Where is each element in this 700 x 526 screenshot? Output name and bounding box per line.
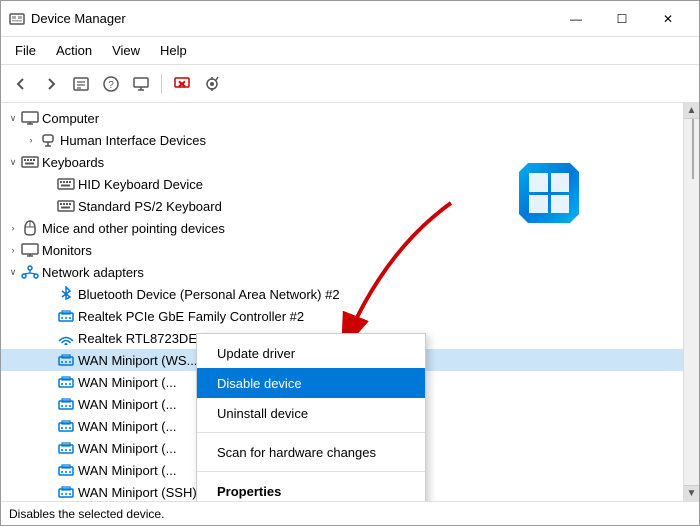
title-bar-controls: — ☐ ✕ [553,4,691,34]
icon-wan-ssh [57,483,75,501]
tree-label-ps2-keyboard: Standard PS/2 Keyboard [78,199,222,214]
toggle-hid[interactable]: › [23,132,39,148]
icon-realtek-wifi [57,329,75,347]
context-menu-scan-changes[interactable]: Scan for hardware changes [197,437,425,467]
scroll-down-button[interactable]: ▼ [684,485,700,501]
context-menu-update-driver[interactable]: Update driver [197,338,425,368]
toolbar: ? [1,65,699,103]
tree-label-wan-2: WAN Miniport (... [78,375,176,390]
icon-computer [21,109,39,127]
toggle-empty2 [41,198,57,214]
status-text: Disables the selected device. [9,507,164,521]
title-bar: Device Manager — ☐ ✕ [1,1,699,37]
tree-item-mice[interactable]: › Mice and other pointing devices [1,217,683,239]
tree-label-keyboards: Keyboards [42,155,104,170]
tree-label-wan-1: WAN Miniport (WS... [78,353,197,368]
tree-label-wan-4: WAN Miniport (... [78,419,176,434]
windows-logo [519,163,579,223]
context-menu-separator-2 [197,471,425,472]
icon-network [21,263,39,281]
tree-label-wan-6: WAN Miniport (... [78,463,176,478]
tree-item-computer[interactable]: ∨ Computer [1,107,683,129]
icon-hid [39,131,57,149]
close-button[interactable]: ✕ [645,4,691,34]
tree-item-realtek-gbe[interactable]: Realtek PCIe GbE Family Controller #2 [1,305,683,327]
title-bar-icon [9,11,25,27]
icon-ps2-keyboard [57,197,75,215]
properties-button[interactable] [67,70,95,98]
computer-button[interactable] [127,70,155,98]
context-menu-disable-device[interactable]: Disable device [197,368,425,398]
icon-keyboards [21,153,39,171]
tree-item-network[interactable]: ∨ Network adapters [1,261,683,283]
tree-label-wan-3: WAN Miniport (... [78,397,176,412]
tree-label-network: Network adapters [42,265,144,280]
toggle-empty1 [41,176,57,192]
icon-wan-6 [57,461,75,479]
menu-file[interactable]: File [5,39,46,62]
toggle-keyboards[interactable]: ∨ [5,154,21,170]
icon-wan-5 [57,439,75,457]
device-manager-window: Device Manager — ☐ ✕ File Action View He… [0,0,700,526]
tree-item-hid-keyboard[interactable]: HID Keyboard Device [1,173,683,195]
icon-hid-keyboard [57,175,75,193]
icon-mice [21,219,39,237]
back-button[interactable] [7,70,35,98]
tree-item-bluetooth[interactable]: Bluetooth Device (Personal Area Network)… [1,283,683,305]
minimize-button[interactable]: — [553,4,599,34]
icon-wan-1 [57,351,75,369]
scroll-thumb[interactable] [692,119,694,179]
icon-wan-3 [57,395,75,413]
scroll-up-button[interactable]: ▲ [684,103,700,119]
toggle-mice[interactable]: › [5,220,21,236]
scrollbar[interactable]: ▲ ▼ [683,103,699,501]
tree-label-hid: Human Interface Devices [60,133,206,148]
icon-realtek-gbe [57,307,75,325]
icon-wan-2 [57,373,75,391]
context-menu-properties[interactable]: Properties [197,476,425,501]
tree-label-hid-keyboard: HID Keyboard Device [78,177,203,192]
tree-label-wan-5: WAN Miniport (... [78,441,176,456]
icon-wan-4 [57,417,75,435]
toolbar-separator [161,74,162,94]
uninstall-button[interactable] [168,70,196,98]
toggle-network[interactable]: ∨ [5,264,21,280]
toggle-monitors[interactable]: › [5,242,21,258]
status-bar: Disables the selected device. [1,501,699,525]
tree-item-keyboards[interactable]: ∨ Keyboards [1,151,683,173]
menu-bar: File Action View Help [1,37,699,65]
menu-help[interactable]: Help [150,39,197,62]
toggle-computer[interactable]: ∨ [5,110,21,126]
context-menu-separator-1 [197,432,425,433]
icon-monitors [21,241,39,259]
title-bar-title: Device Manager [31,11,553,26]
menu-action[interactable]: Action [46,39,102,62]
tree-item-monitors[interactable]: › Monitors [1,239,683,261]
context-menu: Update driver Disable device Uninstall d… [196,333,426,501]
forward-button[interactable] [37,70,65,98]
icon-bluetooth [57,285,75,303]
menu-view[interactable]: View [102,39,150,62]
tree-label-wan-ssh: WAN Miniport (SSH) [78,485,197,500]
main-content: ∨ Computer › [1,103,699,501]
tree-label-bluetooth: Bluetooth Device (Personal Area Network)… [78,287,340,302]
tree-label-monitors: Monitors [42,243,92,258]
tree-item-hid[interactable]: › Human Interface Devices [1,129,683,151]
scan-button[interactable] [198,70,226,98]
tree-label-computer: Computer [42,111,99,126]
context-menu-uninstall-device[interactable]: Uninstall device [197,398,425,428]
tree-label-mice: Mice and other pointing devices [42,221,225,236]
maximize-button[interactable]: ☐ [599,4,645,34]
svg-text:?: ? [108,80,114,91]
tree-label-realtek-gbe: Realtek PCIe GbE Family Controller #2 [78,309,304,324]
tree-item-ps2-keyboard[interactable]: Standard PS/2 Keyboard [1,195,683,217]
help-button[interactable]: ? [97,70,125,98]
